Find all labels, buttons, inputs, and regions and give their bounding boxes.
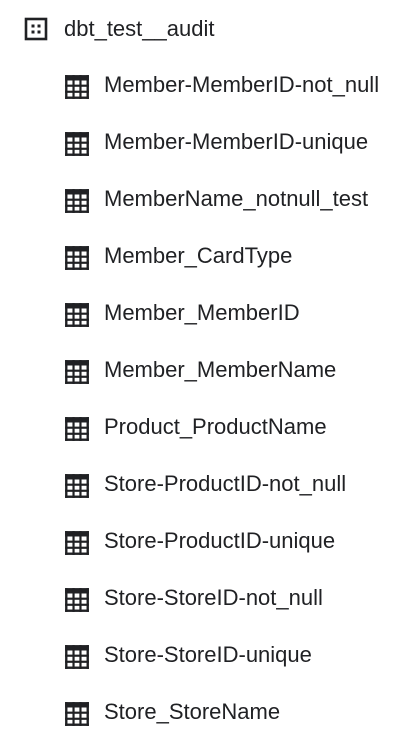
table-icon [65, 132, 89, 156]
table-row[interactable]: Store-StoreID-not_null [0, 570, 420, 627]
table-label: Member_CardType [104, 243, 293, 268]
table-row[interactable]: Store-StoreID-unique [0, 627, 420, 684]
table-icon [65, 303, 89, 327]
dataset-icon [24, 17, 48, 41]
table-icon [65, 360, 89, 384]
table-label: Member-MemberID-unique [104, 129, 369, 154]
table-label: Member_MemberID [104, 300, 300, 325]
table-row[interactable]: Store_StoreName [0, 684, 420, 741]
table-icon [65, 189, 89, 213]
table-label: Store-StoreID-not_null [104, 585, 323, 610]
table-icon [65, 417, 89, 441]
table-icon [65, 75, 89, 99]
table-label: Member-MemberID-not_null [104, 72, 380, 97]
table-label: MemberName_notnull_test [104, 186, 369, 211]
table-icon [65, 474, 89, 498]
table-icon [65, 702, 89, 726]
table-row[interactable]: Member_CardType [0, 228, 420, 285]
table-row[interactable]: Product_ProductName [0, 399, 420, 456]
table-row[interactable]: Member_MemberID [0, 285, 420, 342]
table-label: Store-ProductID-unique [104, 528, 336, 553]
table-icon [65, 246, 89, 270]
table-label: Member_MemberName [104, 357, 337, 382]
table-icon [65, 531, 89, 555]
dataset-node[interactable]: dbt_test__audit [0, 0, 420, 57]
dataset-tree: dbt_test__audit Member-MemberID-not_null… [0, 0, 420, 750]
table-row[interactable]: Member-MemberID-unique [0, 114, 420, 171]
table-row[interactable]: Store-ProductID-not_null [0, 456, 420, 513]
table-row[interactable]: Store-ProductID-unique [0, 513, 420, 570]
table-label: Product_ProductName [104, 414, 327, 439]
dataset-label: dbt_test__audit [64, 16, 215, 41]
table-label: Store-ProductID-not_null [104, 471, 347, 496]
table-label: Store-StoreID-unique [104, 642, 312, 667]
table-label: Store_StoreName [104, 699, 281, 724]
table-row[interactable]: MemberName_notnull_test [0, 171, 420, 228]
table-icon [65, 588, 89, 612]
table-row[interactable]: Member-MemberID-not_null [0, 57, 420, 114]
table-row[interactable]: Member_MemberName [0, 342, 420, 399]
table-icon [65, 645, 89, 669]
